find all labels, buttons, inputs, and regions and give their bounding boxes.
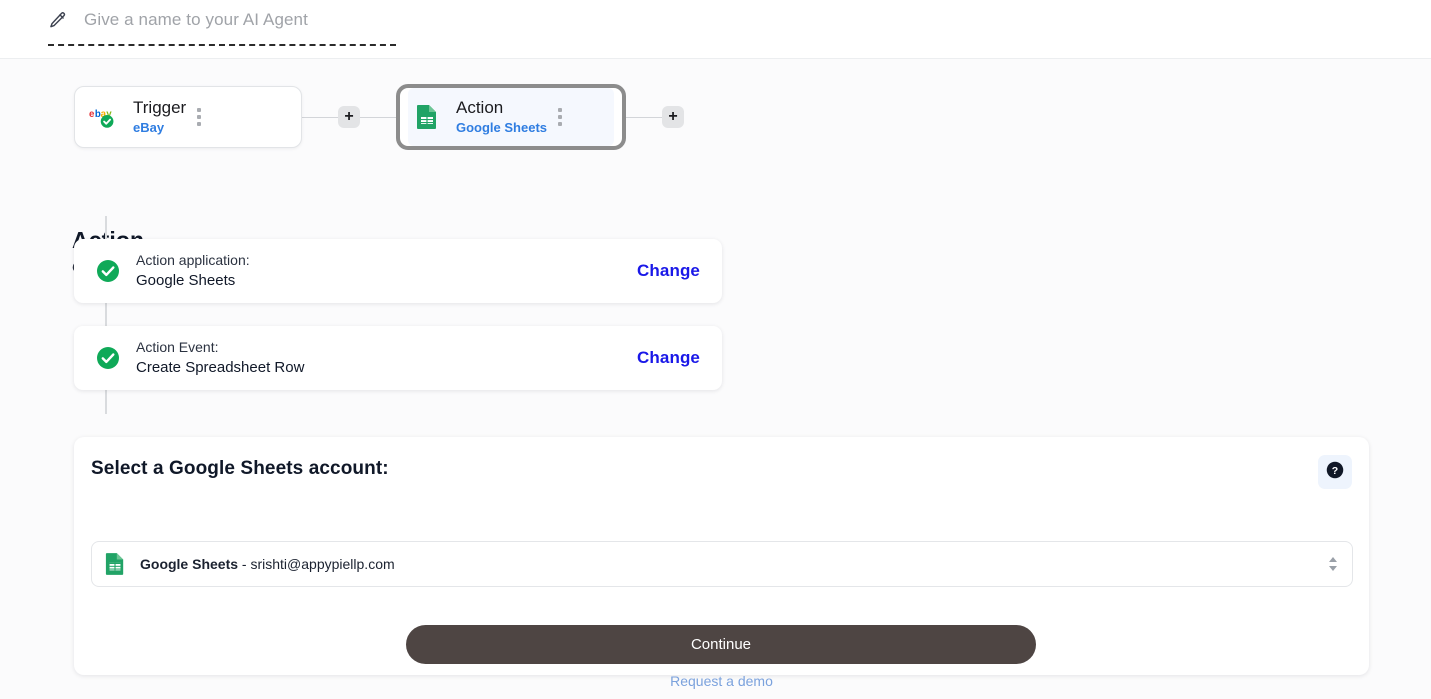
step-card-2-value: Create Spreadsheet Row — [136, 359, 305, 376]
flow-node-trigger-texts: Trigger eBay — [133, 98, 186, 137]
step-card-2-label: Action Event: — [136, 339, 219, 355]
flow-connector-line — [626, 116, 662, 118]
account-select-value: Google Sheets - srishti@appypiellp.com — [140, 556, 1326, 572]
change-action-event-button[interactable]: Change — [637, 348, 700, 368]
app-header: Give a name to your AI Agent — [0, 0, 1431, 59]
flow-node-action[interactable]: Action Google Sheets — [396, 84, 626, 150]
flow-node-trigger-title: Trigger — [133, 97, 187, 117]
flow-node-action-title: Action — [456, 97, 504, 117]
agent-name-field-wrap[interactable]: Give a name to your AI Agent — [48, 10, 396, 46]
vertical-connector — [105, 303, 107, 326]
help-button[interactable]: ? — [1318, 455, 1352, 489]
flow-node-action-app: Google Sheets — [456, 119, 548, 135]
flow-node-trigger-app: eBay — [133, 119, 165, 135]
agent-name-placeholder: Give a name to your AI Agent — [84, 10, 308, 29]
green-check-icon — [96, 259, 120, 283]
panel-title: Select a Google Sheets account: — [91, 458, 389, 479]
vertical-connector — [105, 390, 107, 414]
change-action-application-button[interactable]: Change — [637, 261, 700, 281]
account-app-name: Google Sheets — [140, 556, 239, 572]
continue-button[interactable]: Continue — [406, 625, 1036, 664]
workflow-canvas: e b a y Trigger eBay + Action Google She… — [0, 59, 1431, 699]
pencil-icon[interactable] — [48, 10, 68, 30]
chevron-up-down-icon[interactable] — [1326, 555, 1340, 573]
add-step-button-1[interactable]: + — [338, 106, 360, 128]
step-card-1-value: Google Sheets — [136, 272, 236, 289]
flow-node-trigger-menu-icon[interactable] — [192, 108, 206, 126]
google-sheets-icon — [102, 551, 128, 577]
green-check-icon — [96, 346, 120, 370]
add-step-button-2[interactable]: + — [662, 106, 684, 128]
google-sheets-icon — [412, 104, 442, 130]
vertical-connector — [105, 216, 107, 239]
step-card-1-texts: Action application: Google Sheets — [136, 251, 637, 291]
flow-node-action-menu-icon[interactable] — [553, 108, 567, 126]
svg-text:?: ? — [1332, 464, 1338, 476]
question-mark-circle-icon: ? — [1326, 461, 1344, 484]
step-card-1-label: Action application: — [136, 252, 250, 268]
step-card-action-application[interactable]: Action application: Google Sheets Change — [74, 239, 722, 303]
account-select[interactable]: Google Sheets - srishti@appypiellp.com — [91, 541, 1353, 587]
account-separator: - — [238, 556, 251, 572]
request-demo-link[interactable]: Request a demo — [74, 673, 1369, 689]
account-email: srishti@appypiellp.com — [250, 556, 395, 572]
step-card-2-texts: Action Event: Create Spreadsheet Row — [136, 338, 637, 378]
flow-connector-line — [302, 116, 338, 118]
flow-node-action-body: Action Google Sheets — [408, 88, 614, 146]
flow-node-trigger[interactable]: e b a y Trigger eBay — [74, 86, 302, 148]
step-card-action-event[interactable]: Action Event: Create Spreadsheet Row Cha… — [74, 326, 722, 390]
account-selection-panel: Select a Google Sheets account: ? Google… — [74, 437, 1369, 689]
ebay-logo-icon: e b a y — [89, 104, 119, 130]
flow-connector-line — [360, 116, 396, 118]
flow-node-row: e b a y Trigger eBay + Action Google She… — [74, 84, 684, 150]
flow-node-action-texts: Action Google Sheets — [456, 98, 547, 137]
